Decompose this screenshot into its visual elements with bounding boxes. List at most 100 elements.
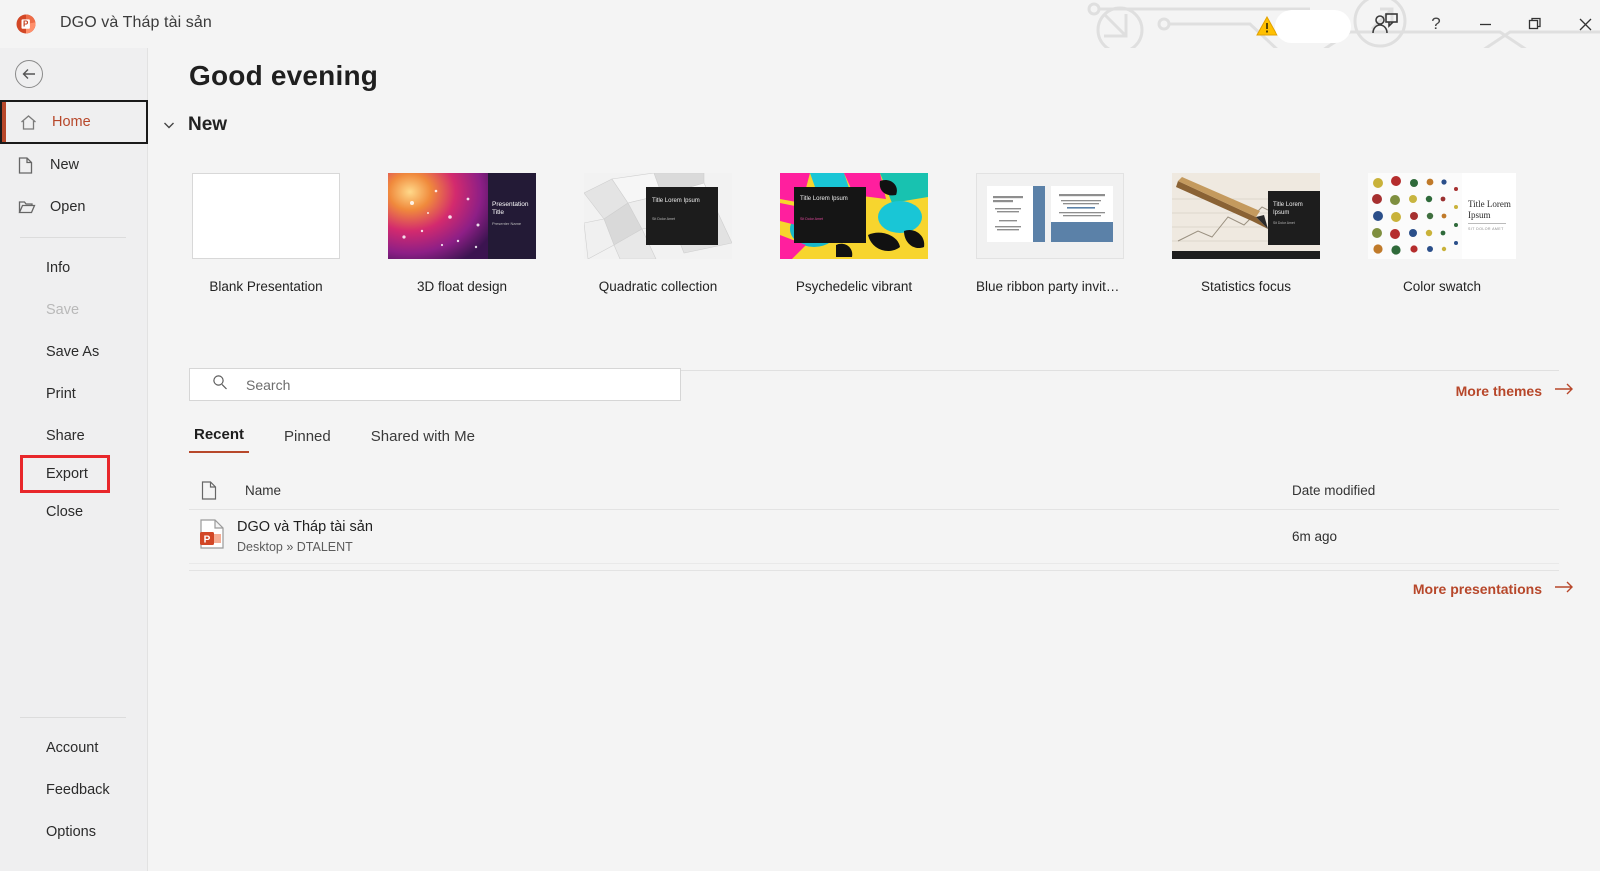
share-person-icon[interactable] xyxy=(1371,12,1399,36)
theme-thumb-title: Presentation Title xyxy=(492,201,529,216)
theme-gallery: Blank Presentation Presentation Title Pr… xyxy=(192,170,1516,294)
more-themes-label: More themes xyxy=(1455,382,1542,399)
theme-thumb-sub: Sit Dolor Amet xyxy=(1273,221,1295,225)
sidebar-item-options[interactable]: Options xyxy=(0,811,148,853)
sidebar-item-share[interactable]: Share xyxy=(0,415,148,457)
theme-thumbnail xyxy=(976,173,1124,259)
theme-thumb-title: Title Lorem Ipsum xyxy=(652,198,700,204)
more-presentations-label: More presentations xyxy=(1412,580,1542,597)
sidebar-item-account[interactable]: Account xyxy=(0,727,148,769)
theme-name: Statistics focus xyxy=(1200,279,1292,294)
more-themes-link[interactable]: More themes xyxy=(1456,382,1574,399)
sidebar-nav-bottom: Account Feedback Options xyxy=(0,708,148,853)
more-presentations-link[interactable]: More presentations xyxy=(1413,580,1574,597)
sidebar-item-label: Print xyxy=(46,386,76,402)
folder-icon xyxy=(18,199,40,215)
file-name: DGO và Tháp tài sản xyxy=(237,518,373,535)
title-bar: P DGO và Tháp tài sản ? xyxy=(0,0,1600,48)
sidebar-item-export[interactable]: Export xyxy=(20,455,110,493)
tab-pinned[interactable]: Pinned xyxy=(279,428,336,453)
sidebar-nav: Home New Open Info Save Save As Print Sh… xyxy=(0,100,148,533)
theme-card-blue-ribbon[interactable]: Blue ribbon party invitation... xyxy=(976,170,1124,294)
file-date-modified: 6m ago xyxy=(1292,529,1338,544)
sidebar-item-label: New xyxy=(50,157,80,173)
file-list-header: Name Date modified xyxy=(189,472,1559,510)
theme-card-color-swatch[interactable]: Title Lorem Ipsum SIT DOLOR AMET Color s… xyxy=(1368,170,1516,294)
search-box[interactable] xyxy=(189,368,681,401)
theme-card-3d-float[interactable]: Presentation Title Presenter Name 3D flo… xyxy=(388,170,536,294)
theme-thumb-sub: Sit Dolor Amet xyxy=(800,217,823,221)
theme-thumbnail: Title Lorem Ipsum Sit Dolor Amet xyxy=(1172,173,1320,259)
sidebar-item-info[interactable]: Info xyxy=(0,247,148,289)
svg-text:P: P xyxy=(204,535,211,546)
chevron-down-icon[interactable] xyxy=(162,118,176,132)
sidebar-item-label: Feedback xyxy=(46,782,110,798)
theme-name: Blue ribbon party invitation... xyxy=(976,279,1124,294)
svg-text:P: P xyxy=(23,20,29,29)
theme-thumb-sub: SIT DOLOR AMET xyxy=(1468,227,1504,231)
theme-card-statistics[interactable]: Title Lorem Ipsum Sit Dolor Amet Statist… xyxy=(1172,170,1320,294)
theme-thumbnail: Presentation Title Presenter Name xyxy=(388,173,536,259)
theme-thumbnail: Title Lorem Ipsum Sit Dolor Amet xyxy=(584,173,732,259)
file-list-tabs: Recent Pinned Shared with Me xyxy=(189,426,480,453)
sidebar-item-open[interactable]: Open xyxy=(0,186,148,228)
sidebar-item-feedback[interactable]: Feedback xyxy=(0,769,148,811)
close-button[interactable] xyxy=(1562,8,1600,40)
new-section-header[interactable]: New xyxy=(162,114,227,136)
tab-shared-with-me[interactable]: Shared with Me xyxy=(366,428,480,453)
sidebar-item-label: Info xyxy=(46,260,71,276)
theme-name: 3D float design xyxy=(416,279,508,294)
theme-card-psychedelic[interactable]: Title Lorem Ipsum Sit Dolor Amet Psyched… xyxy=(780,170,928,294)
arrow-right-icon xyxy=(1554,382,1574,399)
page-title: Good evening xyxy=(189,60,379,91)
theme-card-blank[interactable]: Blank Presentation xyxy=(192,170,340,294)
sidebar-item-label: Account xyxy=(46,740,99,756)
maximize-restore-button[interactable] xyxy=(1512,8,1558,40)
page-icon xyxy=(18,156,40,174)
backstage-sidebar: Home New Open Info Save Save As Print Sh… xyxy=(0,48,148,871)
document-title: DGO và Tháp tài sản xyxy=(60,14,212,31)
sidebar-item-label: Options xyxy=(46,824,96,840)
sidebar-item-save: Save xyxy=(0,289,148,331)
theme-thumbnail: Title Lorem Ipsum Sit Dolor Amet xyxy=(780,173,928,259)
sidebar-divider-1 xyxy=(20,237,126,238)
sidebar-item-label: Close xyxy=(46,504,84,520)
search-input[interactable] xyxy=(246,376,646,393)
backstage-main: Good evening New Blank Presentation Pres… xyxy=(148,48,1600,871)
theme-thumb-title: Title Lorem Ipsum xyxy=(800,196,848,202)
theme-name: Psychedelic vibrant xyxy=(795,279,913,294)
sidebar-item-label: Open xyxy=(50,199,86,215)
sidebar-item-save-as[interactable]: Save As xyxy=(0,331,148,373)
sidebar-item-label: Export xyxy=(46,466,88,482)
theme-thumb-sub: Sit Dolor Amet xyxy=(652,217,675,221)
theme-thumbnail xyxy=(192,173,340,259)
theme-thumbnail: Title Lorem Ipsum SIT DOLOR AMET xyxy=(1368,173,1516,259)
theme-name: Blank Presentation xyxy=(209,279,323,294)
back-button[interactable] xyxy=(15,60,43,88)
sidebar-item-new[interactable]: New xyxy=(0,144,148,186)
column-header-date[interactable]: Date modified xyxy=(1292,483,1375,498)
theme-thumb-title: Title Lorem Ipsum xyxy=(1273,202,1303,216)
theme-card-quadratic[interactable]: Title Lorem Ipsum Sit Dolor Amet Quadrat… xyxy=(584,170,732,294)
minimize-button[interactable] xyxy=(1462,8,1508,40)
redacted-field xyxy=(1275,10,1351,43)
sidebar-item-home[interactable]: Home xyxy=(0,100,148,144)
sidebar-divider-2 xyxy=(20,717,126,718)
list-bottom-divider xyxy=(189,570,1559,571)
file-list-row[interactable]: P DGO và Tháp tài sản Desktop » DTALENT … xyxy=(189,510,1559,564)
sidebar-item-close[interactable]: Close xyxy=(0,491,148,533)
sidebar-item-print[interactable]: Print xyxy=(0,373,148,415)
new-section-label: New xyxy=(188,114,228,135)
home-icon xyxy=(20,114,42,131)
document-icon xyxy=(201,481,235,500)
sidebar-item-label: Save xyxy=(46,302,80,318)
theme-name: Quadratic collection xyxy=(598,279,718,294)
column-header-name[interactable]: Name xyxy=(245,483,281,498)
theme-thumb-sub: Presenter Name xyxy=(492,221,522,226)
arrow-right-icon xyxy=(1554,580,1574,597)
theme-thumb-title: Title Lorem Ipsum xyxy=(1468,199,1511,220)
tab-recent[interactable]: Recent xyxy=(189,426,250,453)
powerpoint-file-icon: P xyxy=(199,519,225,554)
help-button[interactable]: ? xyxy=(1424,11,1448,37)
file-path: Desktop » DTALENT xyxy=(237,539,353,554)
